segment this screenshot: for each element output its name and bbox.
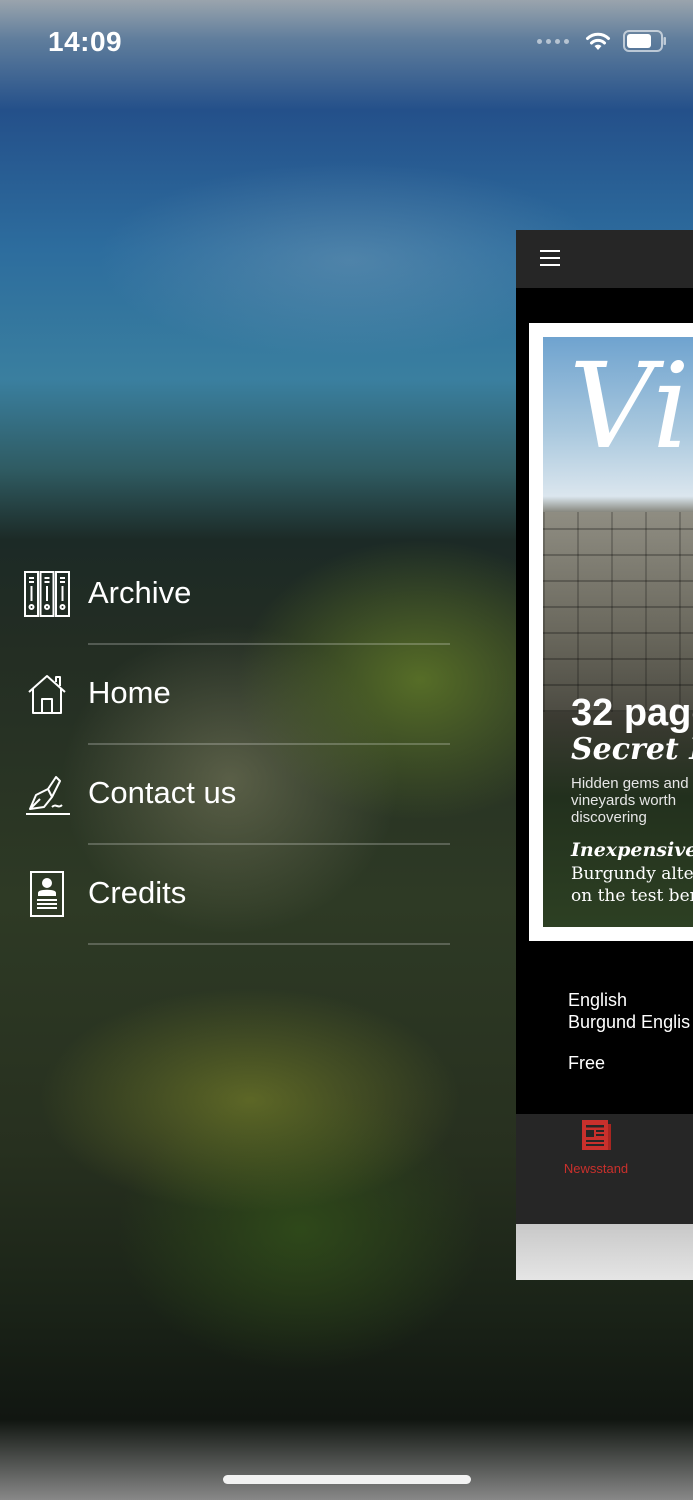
issue-price: Free bbox=[568, 1053, 606, 1073]
menu-label-archive: Archive bbox=[88, 575, 192, 610]
hamburger-menu-icon[interactable] bbox=[540, 250, 562, 268]
menu-item-contact[interactable]: Contact us bbox=[0, 745, 460, 845]
newspaper-icon bbox=[582, 1120, 611, 1150]
menu-item-archive[interactable]: Archive bbox=[0, 545, 460, 645]
main-screen-preview[interactable]: Vi 32 page Secret Bu Hidden gems and vin… bbox=[516, 230, 693, 1280]
menu-item-credits[interactable]: Credits bbox=[0, 845, 460, 945]
status-time: 14:09 bbox=[48, 26, 123, 57]
issue-title: Burgund Englis bbox=[568, 1012, 691, 1032]
cover-masthead: Vi bbox=[569, 337, 690, 475]
side-menu: Archive Home Contact us Credits bbox=[0, 545, 460, 945]
cover-headline-number: 32 page bbox=[571, 692, 693, 734]
issue-language: English bbox=[568, 990, 628, 1010]
preview-header bbox=[516, 230, 693, 288]
menu-label-home: Home bbox=[88, 675, 171, 710]
magazine-cover[interactable]: Vi 32 page Secret Bu Hidden gems and vin… bbox=[529, 323, 693, 941]
status-icons bbox=[537, 30, 667, 52]
tab-newsstand[interactable]: Newsstand bbox=[546, 1114, 646, 1214]
credits-document-icon bbox=[30, 871, 64, 917]
battery-icon bbox=[623, 30, 666, 52]
menu-label-credits: Credits bbox=[88, 875, 187, 910]
cover-caption-line: on the test benc bbox=[571, 886, 693, 906]
preview-bottom-edge bbox=[516, 1224, 693, 1280]
home-indicator[interactable] bbox=[223, 1475, 471, 1484]
archive-binders-icon bbox=[24, 571, 70, 617]
menu-label-contact: Contact us bbox=[88, 775, 237, 810]
menu-item-home[interactable]: Home bbox=[0, 645, 460, 745]
tab-newsstand-label: Newsstand bbox=[563, 1161, 629, 1176]
menu-divider bbox=[88, 943, 450, 945]
cover-caption-line: Burgundy altern bbox=[571, 864, 693, 884]
wifi-icon bbox=[586, 32, 610, 50]
cover-caption-title: Inexpensive cl bbox=[571, 839, 693, 861]
cover-image: Vi 32 page Secret Bu Hidden gems and vin… bbox=[543, 337, 693, 927]
cover-subtext: Hidden gems and vineyards worth discover… bbox=[571, 775, 689, 826]
signal-dots-icon bbox=[537, 38, 569, 44]
tab-bar: Newsstand bbox=[516, 1114, 693, 1224]
cover-headline-title: Secret Bu bbox=[571, 732, 693, 767]
cover-stone-wall bbox=[543, 512, 693, 712]
home-icon bbox=[28, 675, 66, 714]
pen-signature-icon bbox=[26, 776, 70, 815]
